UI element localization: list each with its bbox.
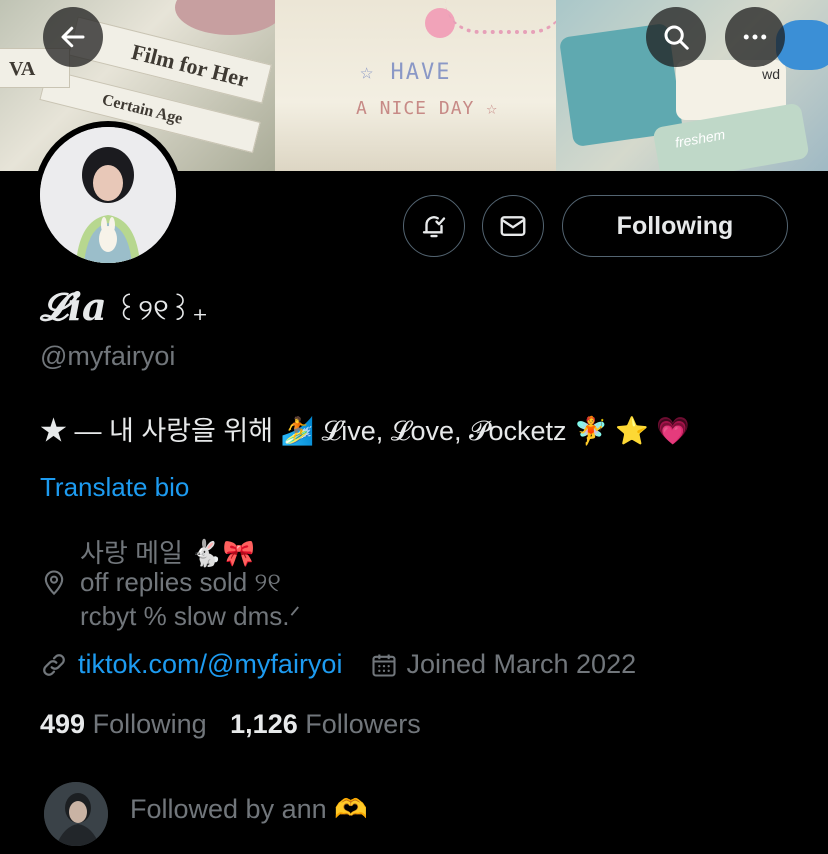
username-handle: @myfairyoi (40, 341, 176, 371)
location-line: rcbyt % slow dms.ᐟ (80, 601, 301, 631)
following-button[interactable]: Following (562, 195, 788, 257)
avatar-photo (40, 127, 176, 263)
display-name-decoration: ꒰୨୧꒱₊ (114, 293, 208, 328)
mail-icon (500, 216, 526, 236)
profile-avatar[interactable] (34, 121, 182, 269)
ellipsis-icon (743, 34, 767, 40)
joined-date: Joined March 2022 (406, 649, 637, 679)
location-pin-icon (44, 570, 64, 596)
follow-stats: 499 Following 1,126 Followers (40, 709, 421, 740)
bowl-image (175, 0, 285, 35)
followers-stat[interactable]: 1,126 Followers (230, 709, 421, 739)
display-name: 𝓛ia ꒰୨୧꒱₊ (40, 284, 208, 330)
link-icon (43, 653, 65, 676)
location-line: 사랑 메일 🐇🎀 (80, 538, 255, 568)
message-button[interactable] (482, 195, 544, 257)
search-icon (664, 25, 689, 50)
back-button[interactable] (43, 7, 103, 67)
followed-by-text[interactable]: Followed by ann 🫶 (130, 793, 368, 825)
notifications-button[interactable] (403, 195, 465, 257)
follower-avatar[interactable] (44, 782, 108, 846)
website-link[interactable]: tiktok.com/@myfairyoi (78, 649, 342, 680)
followers-label: Followers (305, 709, 421, 739)
followers-count: 1,126 (230, 709, 298, 739)
profile-meta-row: tiktok.com/@myfairyoi Joined March 2022 (40, 649, 636, 680)
search-button[interactable] (646, 7, 706, 67)
following-button-label: Following (616, 211, 734, 240)
arrow-left-icon (61, 26, 85, 48)
bell-check-icon (422, 216, 446, 238)
location-line: off replies sold ୨୧ (80, 567, 281, 597)
display-name-text: 𝓛ia (40, 284, 107, 329)
following-label: Following (92, 709, 207, 739)
following-stat[interactable]: 499 Following (40, 709, 207, 739)
necklace (445, 0, 565, 34)
more-button[interactable] (725, 7, 785, 67)
translate-bio-link[interactable]: Translate bio (40, 472, 189, 503)
shirt-text: A NICE DAY ☆ (356, 98, 499, 119)
following-count: 499 (40, 709, 86, 739)
calendar-icon (372, 654, 397, 677)
shirt-text: ☆ HAVE (360, 60, 452, 85)
profile-bio: ★ — 내 사랑을 위해 🏄 𝓛ive, 𝓛ove, 𝓟ocketz 🧚 ⭐ 💗 (40, 416, 690, 446)
